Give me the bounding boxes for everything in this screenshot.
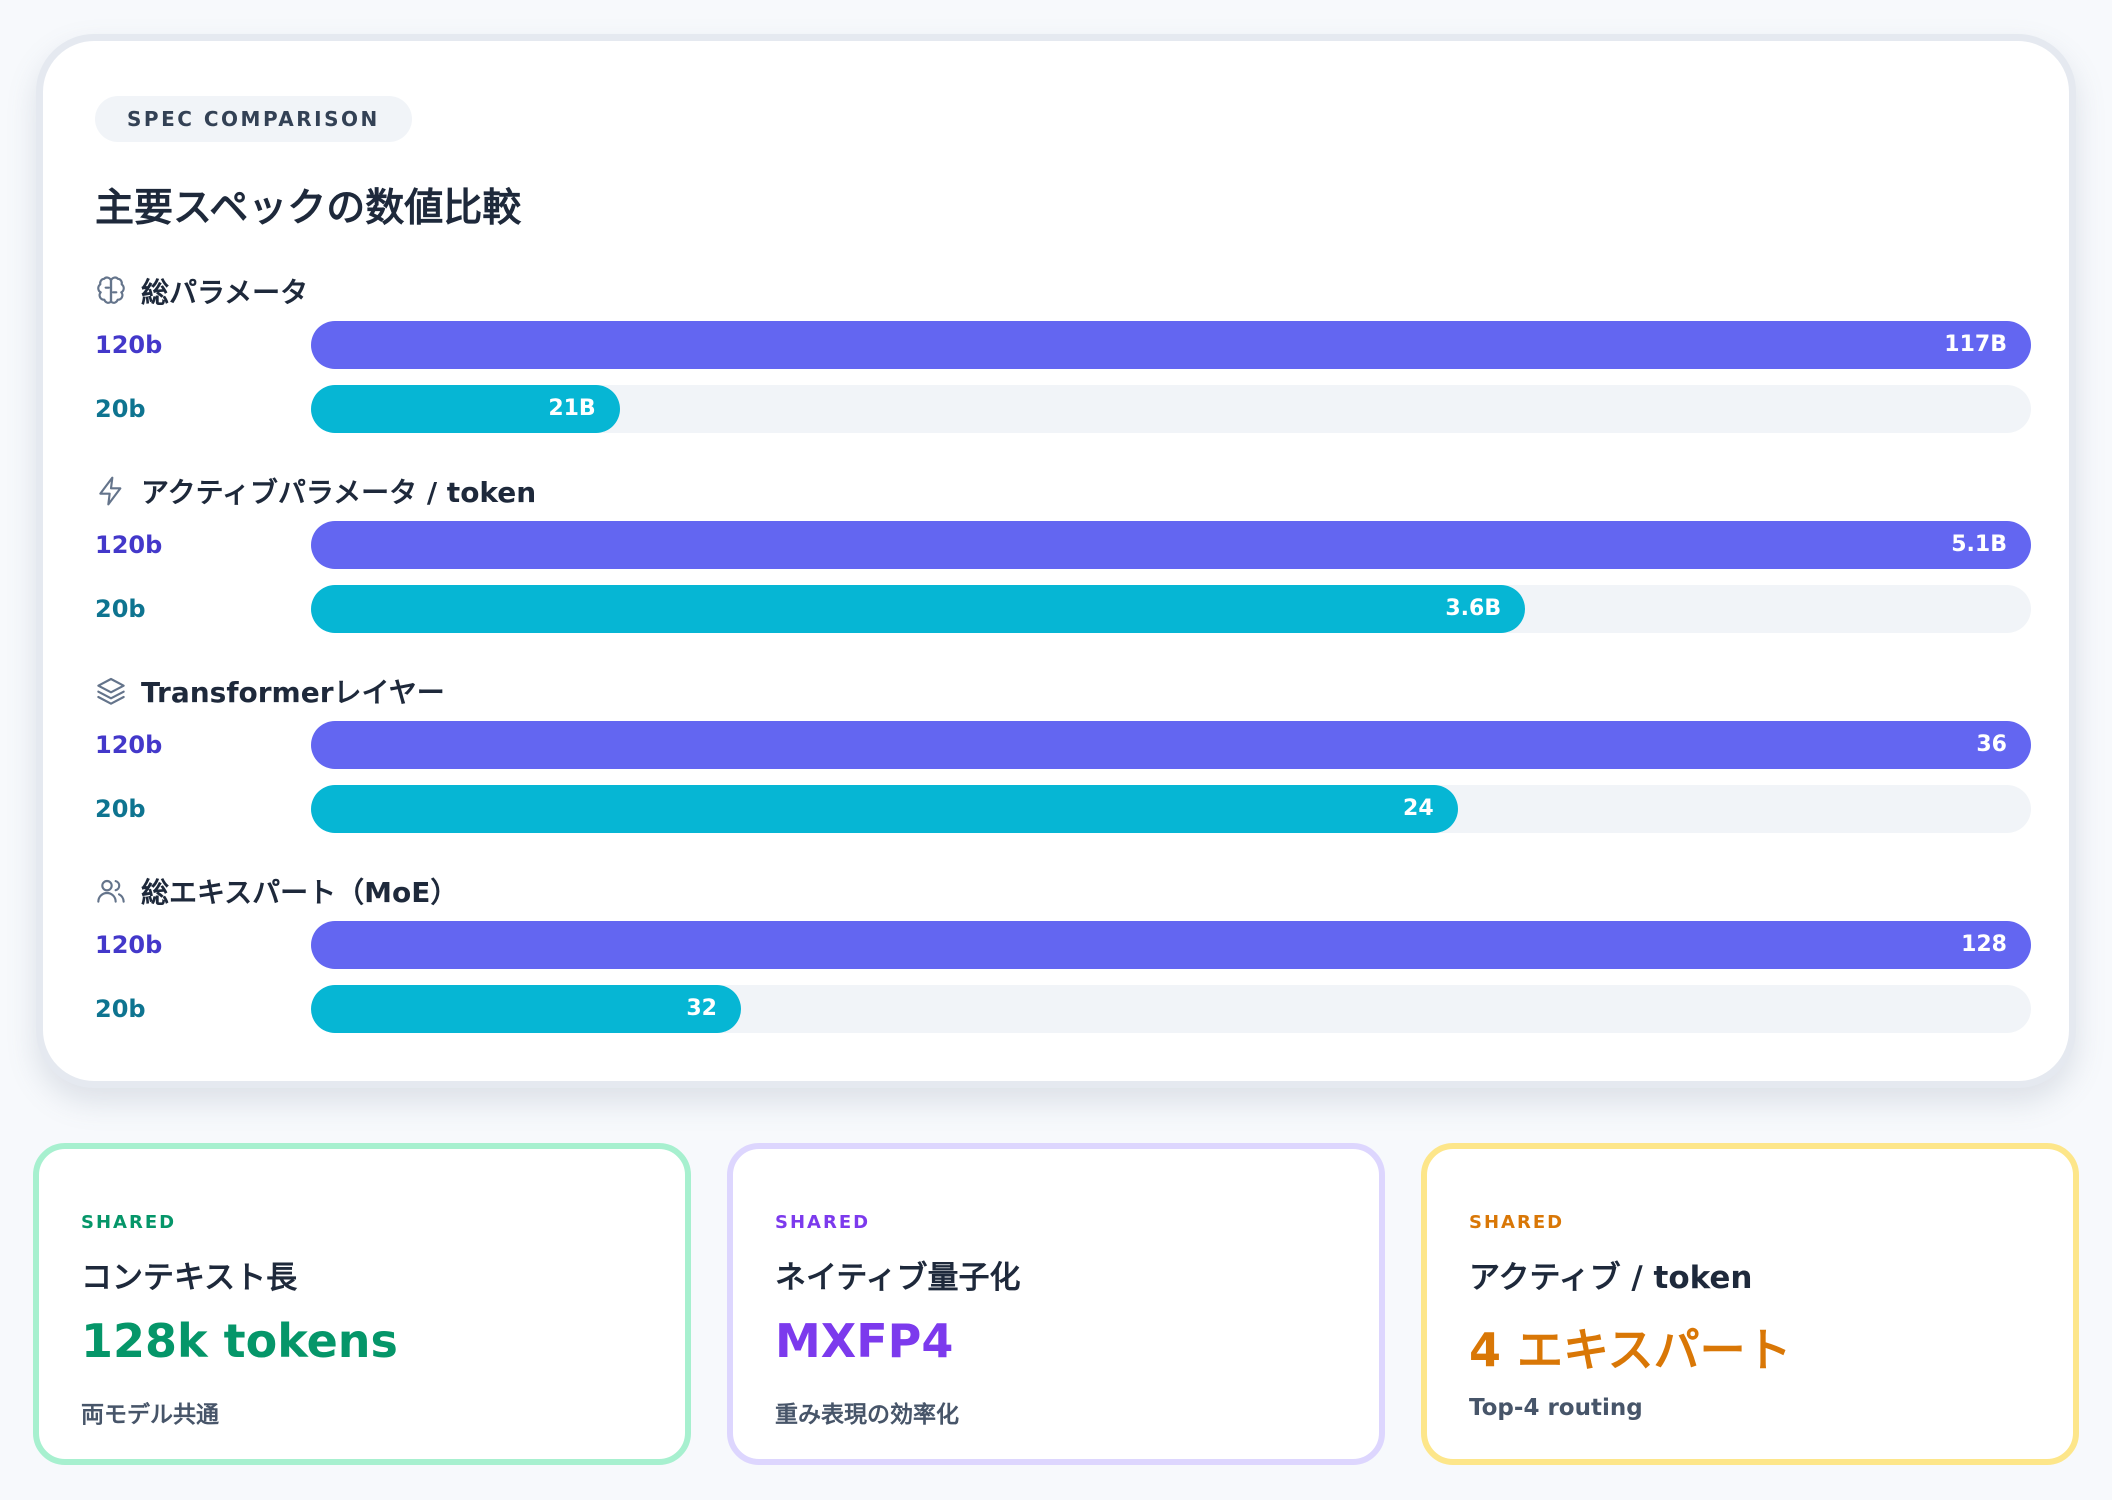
bar-row-120b: 120b 5.1B xyxy=(95,521,2045,569)
card-note: 両モデル共通 xyxy=(81,1402,219,1428)
bar-120b: 36 xyxy=(311,721,2031,769)
spec-comparison-badge: SPEC COMPARISON xyxy=(95,96,412,142)
series-label-20b: 20b xyxy=(95,795,146,823)
bar-value-label: 36 xyxy=(1976,732,2007,757)
bar-row-20b: 20b 3.6B xyxy=(95,585,2045,633)
lightning-icon xyxy=(99,476,122,506)
card-value: 4 エキスパート xyxy=(1469,1323,1792,1377)
metric-label: アクティブパラメータ / token xyxy=(141,476,537,509)
bar-value-label: 128 xyxy=(1961,932,2007,957)
bar-track: 36 xyxy=(311,721,2031,769)
metric-header: 総エキスパート（MoE） xyxy=(95,871,458,911)
metric-label: 総エキスパート（MoE） xyxy=(141,876,459,909)
card-title: アクティブ / token xyxy=(1469,1260,1753,1296)
layers-icon xyxy=(97,677,125,705)
page-title: 主要スペックの数値比較 xyxy=(95,186,522,231)
bar-20b: 21B xyxy=(311,385,620,433)
bar-120b: 128 xyxy=(311,921,2031,969)
bar-value-label: 117B xyxy=(1944,332,2007,357)
bar-20b: 24 xyxy=(311,785,1458,833)
shared-card-context-length: SHARED コンテキスト長 128k tokens 両モデル共通 xyxy=(33,1143,691,1465)
series-label-20b: 20b xyxy=(95,395,146,423)
card-title: ネイティブ量子化 xyxy=(775,1260,1021,1296)
bar-row-20b: 20b 24 xyxy=(95,785,2045,833)
bar-track: 3.6B xyxy=(311,585,2031,633)
bar-value-label: 3.6B xyxy=(1445,596,1502,621)
metric-transformer-layers: Transformerレイヤー 120b 36 20b 24 xyxy=(95,671,2045,851)
metric-total-experts: 総エキスパート（MoE） 120b 128 20b 32 xyxy=(95,871,2045,1051)
bar-120b: 5.1B xyxy=(311,521,2031,569)
bar-20b: 3.6B xyxy=(311,585,1526,633)
bar-track: 32 xyxy=(311,985,2031,1033)
spec-comparison-card: SPEC COMPARISON 主要スペックの数値比較 総パラメータ 120b … xyxy=(36,34,2076,1088)
bar-row-20b: 20b 32 xyxy=(95,985,2045,1033)
bar-row-120b: 120b 117B xyxy=(95,321,2045,369)
series-label-20b: 20b xyxy=(95,595,146,623)
series-label-120b: 120b xyxy=(95,731,163,759)
brain-icon xyxy=(97,276,125,304)
bar-120b: 117B xyxy=(311,321,2031,369)
bar-row-20b: 20b 21B xyxy=(95,385,2045,433)
card-note: Top-4 routing xyxy=(1469,1395,1643,1421)
series-label-120b: 120b xyxy=(95,531,163,559)
metric-header: Transformerレイヤー xyxy=(95,671,445,711)
card-value: MXFP4 xyxy=(775,1314,954,1368)
metric-active-params: アクティブパラメータ / token 120b 5.1B 20b 3.6B xyxy=(95,471,2045,651)
card-tag: SHARED xyxy=(1469,1212,1565,1233)
card-tag: SHARED xyxy=(775,1212,871,1233)
metric-total-params: 総パラメータ 120b 117B 20b 21B xyxy=(95,271,2045,451)
bar-track: 117B xyxy=(311,321,2031,369)
series-label-120b: 120b xyxy=(95,931,163,959)
bar-20b: 32 xyxy=(311,985,741,1033)
metric-label: Transformerレイヤー xyxy=(141,676,445,709)
series-label-120b: 120b xyxy=(95,331,163,359)
metric-header: 総パラメータ xyxy=(95,271,308,311)
shared-card-active-experts: SHARED アクティブ / token 4 エキスパート Top-4 rout… xyxy=(1421,1143,2079,1465)
bar-track: 21B xyxy=(311,385,2031,433)
bar-value-label: 21B xyxy=(548,396,596,421)
bar-track: 24 xyxy=(311,785,2031,833)
series-label-20b: 20b xyxy=(95,995,146,1023)
metric-label: 総パラメータ xyxy=(141,276,309,309)
bar-row-120b: 120b 36 xyxy=(95,721,2045,769)
card-value: 128k tokens xyxy=(81,1314,398,1368)
bar-row-120b: 120b 128 xyxy=(95,921,2045,969)
card-title: コンテキスト長 xyxy=(81,1260,298,1296)
shared-card-quantization: SHARED ネイティブ量子化 MXFP4 重み表現の効率化 xyxy=(727,1143,1385,1465)
card-note: 重み表現の効率化 xyxy=(775,1402,959,1428)
bar-value-label: 24 xyxy=(1403,796,1434,821)
bar-track: 5.1B xyxy=(311,521,2031,569)
bar-value-label: 32 xyxy=(686,996,717,1021)
bar-value-label: 5.1B xyxy=(1951,532,2007,557)
card-tag: SHARED xyxy=(81,1212,177,1233)
users-icon xyxy=(97,879,125,903)
bar-track: 128 xyxy=(311,921,2031,969)
metric-header: アクティブパラメータ / token xyxy=(95,471,536,511)
